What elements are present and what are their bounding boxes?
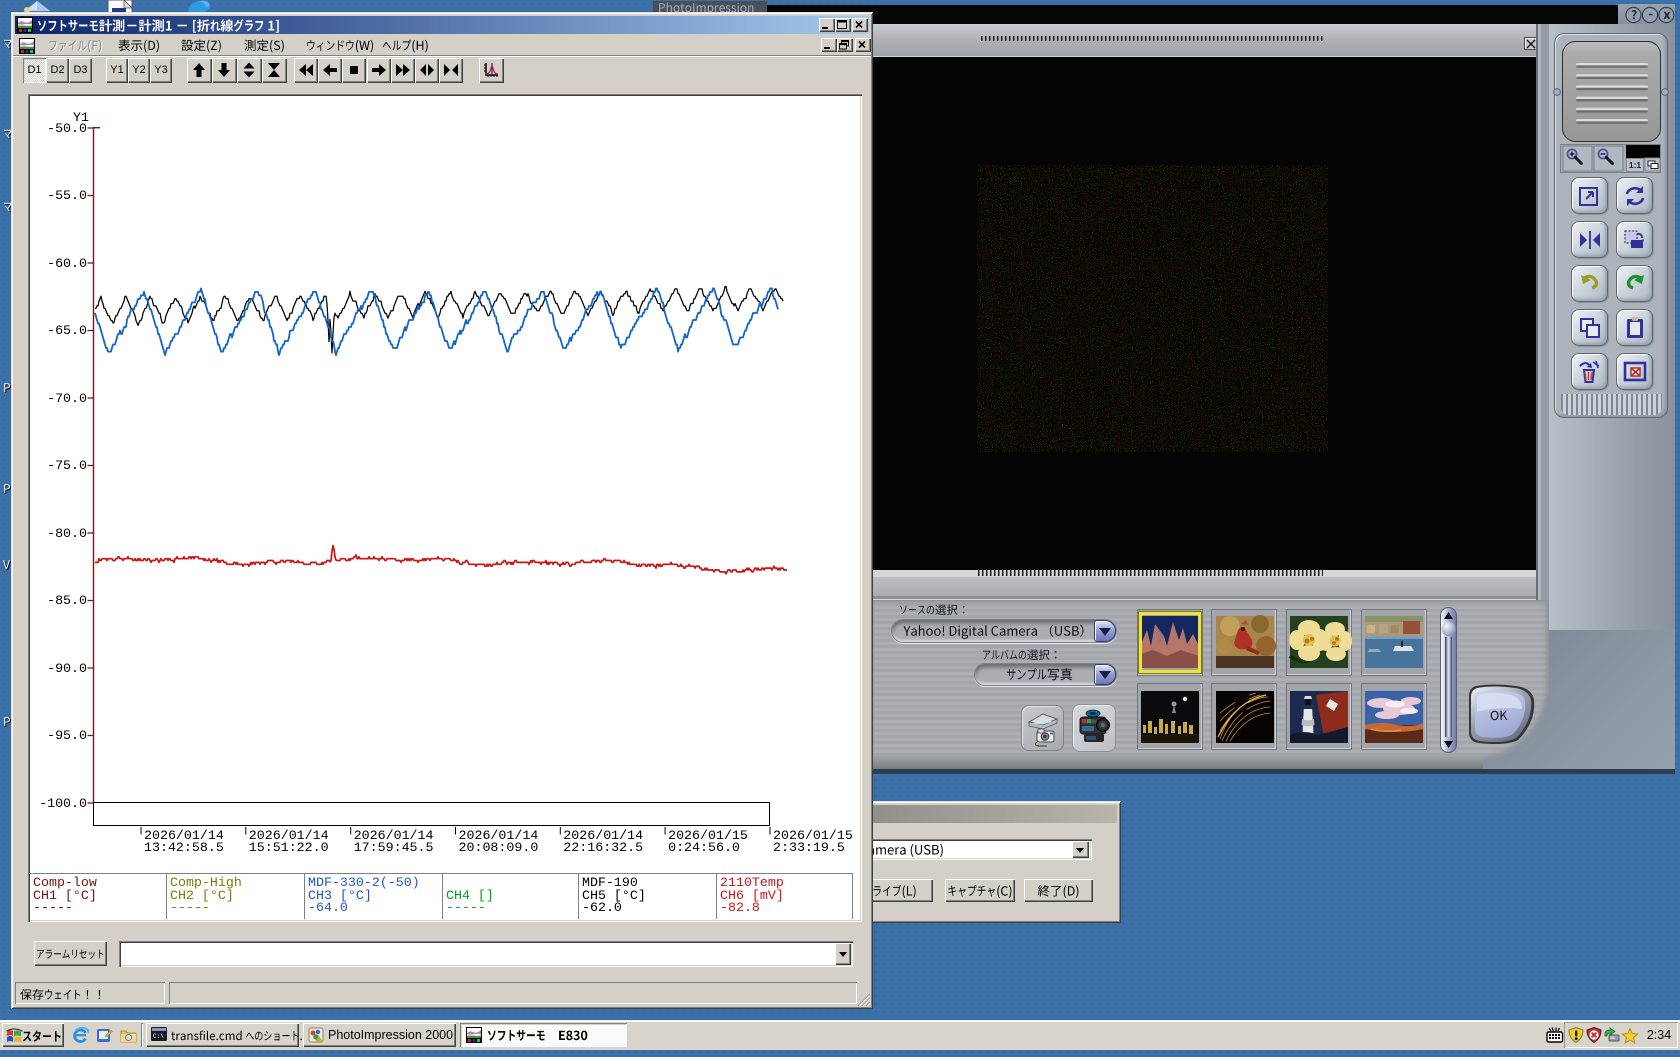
svg-text:C:\: C:\ [153, 1033, 164, 1040]
